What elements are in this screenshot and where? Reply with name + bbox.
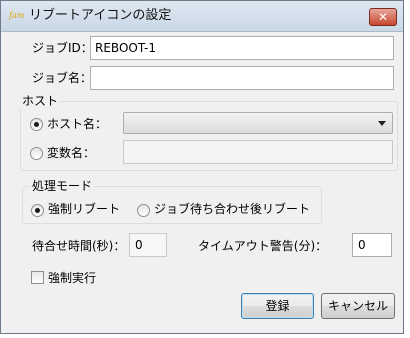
timeout-warning-input[interactable]: 0 — [352, 233, 392, 257]
force-execute-checkbox[interactable] — [31, 271, 44, 284]
timeout-warning-label: タイムアウト警告(分)： — [198, 239, 328, 253]
title-bar[interactable]: fam リブートアイコンの設定 ✕ — [1, 1, 403, 32]
dialog-window: fam リブートアイコンの設定 ✕ ジョブID： REBOOT-1 ジョブ名： … — [0, 0, 404, 334]
close-icon: ✕ — [377, 10, 389, 24]
force-execute-label: 強制実行 — [48, 271, 97, 285]
force-reboot-radio[interactable] — [31, 204, 44, 217]
job-id-label: ジョブID： — [32, 41, 93, 55]
chevron-down-icon — [378, 121, 386, 126]
host-name-label: ホスト名： — [47, 117, 108, 131]
host-name-radio[interactable] — [30, 118, 43, 131]
job-name-label: ジョブ名： — [32, 71, 93, 85]
host-group-title: ホスト — [20, 94, 61, 108]
close-button[interactable]: ✕ — [369, 8, 397, 26]
force-reboot-label: 強制リブート — [48, 202, 121, 216]
job-id-input[interactable]: REBOOT-1 — [90, 36, 394, 60]
window-title: リブートアイコンの設定 — [29, 8, 172, 23]
cancel-button[interactable]: キャンセル — [321, 293, 395, 319]
app-icon: fam — [9, 11, 25, 20]
wait-time-label: 待合せ時間(秒)： — [32, 239, 126, 253]
host-name-select[interactable] — [123, 112, 393, 134]
variable-name-input[interactable] — [123, 140, 393, 164]
job-name-input[interactable] — [90, 66, 394, 90]
processing-mode-title: 処理モード — [30, 179, 95, 193]
variable-name-label: 変数名： — [47, 146, 96, 160]
wait-reboot-label: ジョブ待ち合わせ後リブート — [154, 202, 311, 216]
register-button[interactable]: 登録 — [241, 293, 314, 319]
wait-time-input[interactable]: 0 — [129, 233, 167, 257]
variable-name-radio[interactable] — [30, 147, 43, 160]
wait-reboot-radio[interactable] — [137, 204, 150, 217]
